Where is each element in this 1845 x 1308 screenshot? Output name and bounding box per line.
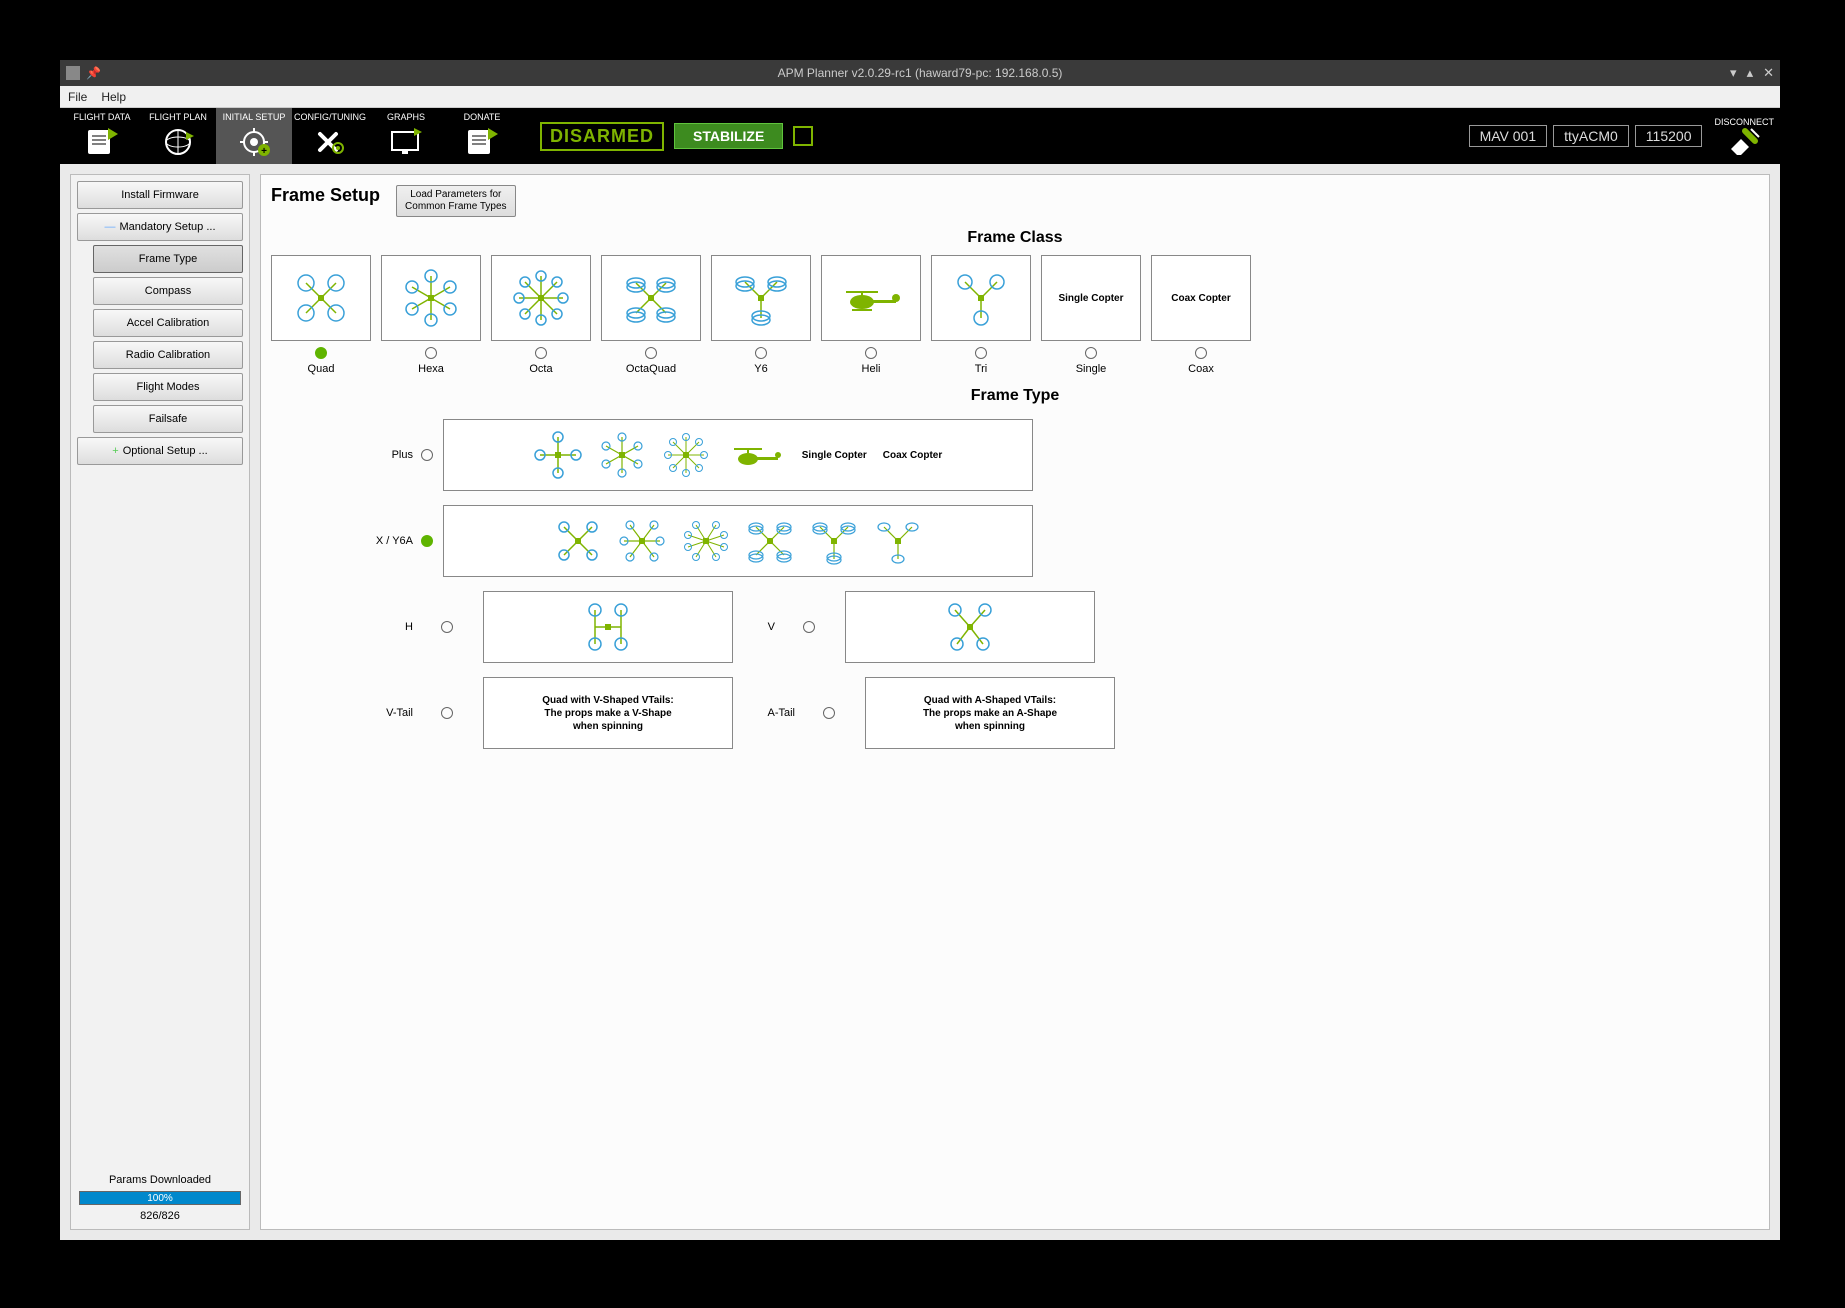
frame-class-heli[interactable] (821, 255, 921, 341)
ft-h-box[interactable] (483, 591, 733, 663)
tab-donate[interactable]: DONATE (444, 108, 520, 164)
initial-setup-icon: + (234, 124, 274, 158)
radio-ft-v[interactable] (803, 621, 815, 633)
toolbar: FLIGHT DATA FLIGHT PLAN INITIAL SETUP + … (60, 108, 1780, 164)
sidebar-frame-type[interactable]: Frame Type (93, 245, 243, 273)
menu-file[interactable]: File (68, 90, 87, 104)
tab-flight-data[interactable]: FLIGHT DATA (64, 108, 140, 164)
ft-atail-box[interactable]: Quad with A-Shaped VTails: The props mak… (865, 677, 1115, 749)
radio-tri[interactable] (975, 347, 987, 359)
sidebar-failsafe[interactable]: Failsafe (93, 405, 243, 433)
radio-ft-x[interactable] (421, 535, 433, 547)
baud-select[interactable]: 115200 (1635, 125, 1703, 147)
frame-class-radio-row: Quad Hexa Octa OctaQuad Y6 Heli Tri Sing… (271, 347, 1759, 375)
sidebar-flight-modes[interactable]: Flight Modes (93, 373, 243, 401)
menubar: File Help (60, 86, 1780, 108)
tab-graphs[interactable]: GRAPHS (368, 108, 444, 164)
ft-x-label: X / Y6A (271, 535, 421, 547)
tab-initial-setup[interactable]: INITIAL SETUP + (216, 108, 292, 164)
load-parameters-button[interactable]: Load Parameters for Common Frame Types (396, 185, 516, 217)
sidebar-optional-setup[interactable]: +Optional Setup ... (77, 437, 243, 465)
ft-h-label: H (271, 621, 421, 633)
armed-status: DISARMED (540, 122, 664, 151)
maximize-icon[interactable]: ▴ (1747, 65, 1754, 81)
ft-plus-label: Plus (271, 449, 421, 461)
ft-x-box[interactable] (443, 505, 1033, 577)
titlebar: 📌 APM Planner v2.0.29-rc1 (haward79-pc: … (60, 60, 1780, 86)
window-title: APM Planner v2.0.29-rc1 (haward79-pc: 19… (778, 66, 1063, 80)
frame-class-quad[interactable] (271, 255, 371, 341)
ft-vtail-label: V-Tail (271, 707, 421, 719)
sidebar-mandatory-setup[interactable]: —Mandatory Setup ... (77, 213, 243, 241)
sidebar-radio-calibration[interactable]: Radio Calibration (93, 341, 243, 369)
radio-y6[interactable] (755, 347, 767, 359)
graphs-icon (386, 124, 426, 158)
radio-octaquad[interactable] (645, 347, 657, 359)
config-tuning-icon (310, 124, 350, 158)
main-panel: Frame Setup Load Parameters for Common F… (260, 174, 1770, 1230)
frame-class-single[interactable]: Single Copter (1041, 255, 1141, 341)
sidebar-install-firmware[interactable]: Install Firmware (77, 181, 243, 209)
page-title: Frame Setup (271, 185, 380, 206)
radio-heli[interactable] (865, 347, 877, 359)
menu-help[interactable]: Help (101, 90, 126, 104)
app-window: 📌 APM Planner v2.0.29-rc1 (haward79-pc: … (60, 60, 1780, 1240)
disconnect-button[interactable]: DISCONNECT (1714, 117, 1774, 155)
frame-class-octa[interactable] (491, 255, 591, 341)
tab-flight-plan[interactable]: FLIGHT PLAN (140, 108, 216, 164)
radio-single[interactable] (1085, 347, 1097, 359)
radio-hexa[interactable] (425, 347, 437, 359)
radio-ft-atail[interactable] (823, 707, 835, 719)
flight-plan-icon (158, 124, 198, 158)
frame-class-octaquad[interactable] (601, 255, 701, 341)
sidebar-compass[interactable]: Compass (93, 277, 243, 305)
mav-id-select[interactable]: MAV 001 (1469, 125, 1548, 147)
frame-class-hexa[interactable] (381, 255, 481, 341)
plug-icon (1725, 127, 1763, 155)
donate-icon (462, 124, 502, 158)
tab-config-tuning[interactable]: CONFIG/TUNING (292, 108, 368, 164)
params-progress-bar: 100% (79, 1191, 241, 1205)
app-icon (66, 66, 80, 80)
status-indicator-icon (793, 126, 813, 146)
frame-class-y6[interactable] (711, 255, 811, 341)
frame-type-title: Frame Type (271, 387, 1759, 405)
ft-v-box[interactable] (845, 591, 1095, 663)
frame-class-title: Frame Class (271, 229, 1759, 247)
ft-vtail-box[interactable]: Quad with V-Shaped VTails: The props mak… (483, 677, 733, 749)
radio-ft-vtail[interactable] (441, 707, 453, 719)
pin-icon[interactable]: 📌 (86, 66, 101, 80)
flight-mode-button[interactable]: STABILIZE (674, 123, 783, 149)
radio-ft-plus[interactable] (421, 449, 433, 461)
frame-class-tri[interactable] (931, 255, 1031, 341)
radio-octa[interactable] (535, 347, 547, 359)
frame-class-coax[interactable]: Coax Copter (1151, 255, 1251, 341)
ft-plus-box[interactable]: Single Copter Coax Copter (443, 419, 1033, 491)
frame-class-row: Single Copter Coax Copter (271, 255, 1759, 341)
svg-text:+: + (261, 146, 267, 156)
minimize-icon[interactable]: ▾ (1730, 65, 1737, 81)
radio-coax[interactable] (1195, 347, 1207, 359)
radio-ft-h[interactable] (441, 621, 453, 633)
port-select[interactable]: ttyACM0 (1553, 125, 1629, 147)
close-icon[interactable]: ✕ (1763, 65, 1774, 81)
ft-v-label: V (763, 621, 783, 633)
sidebar-accel-calibration[interactable]: Accel Calibration (93, 309, 243, 337)
params-downloaded-label: Params Downloaded (75, 1171, 245, 1189)
sidebar: Install Firmware —Mandatory Setup ... Fr… (70, 174, 250, 1230)
params-count: 826/826 (75, 1207, 245, 1225)
flight-data-icon (82, 124, 122, 158)
radio-quad[interactable] (315, 347, 327, 359)
ft-atail-label: A-Tail (763, 707, 803, 719)
workspace: Install Firmware —Mandatory Setup ... Fr… (60, 164, 1780, 1240)
